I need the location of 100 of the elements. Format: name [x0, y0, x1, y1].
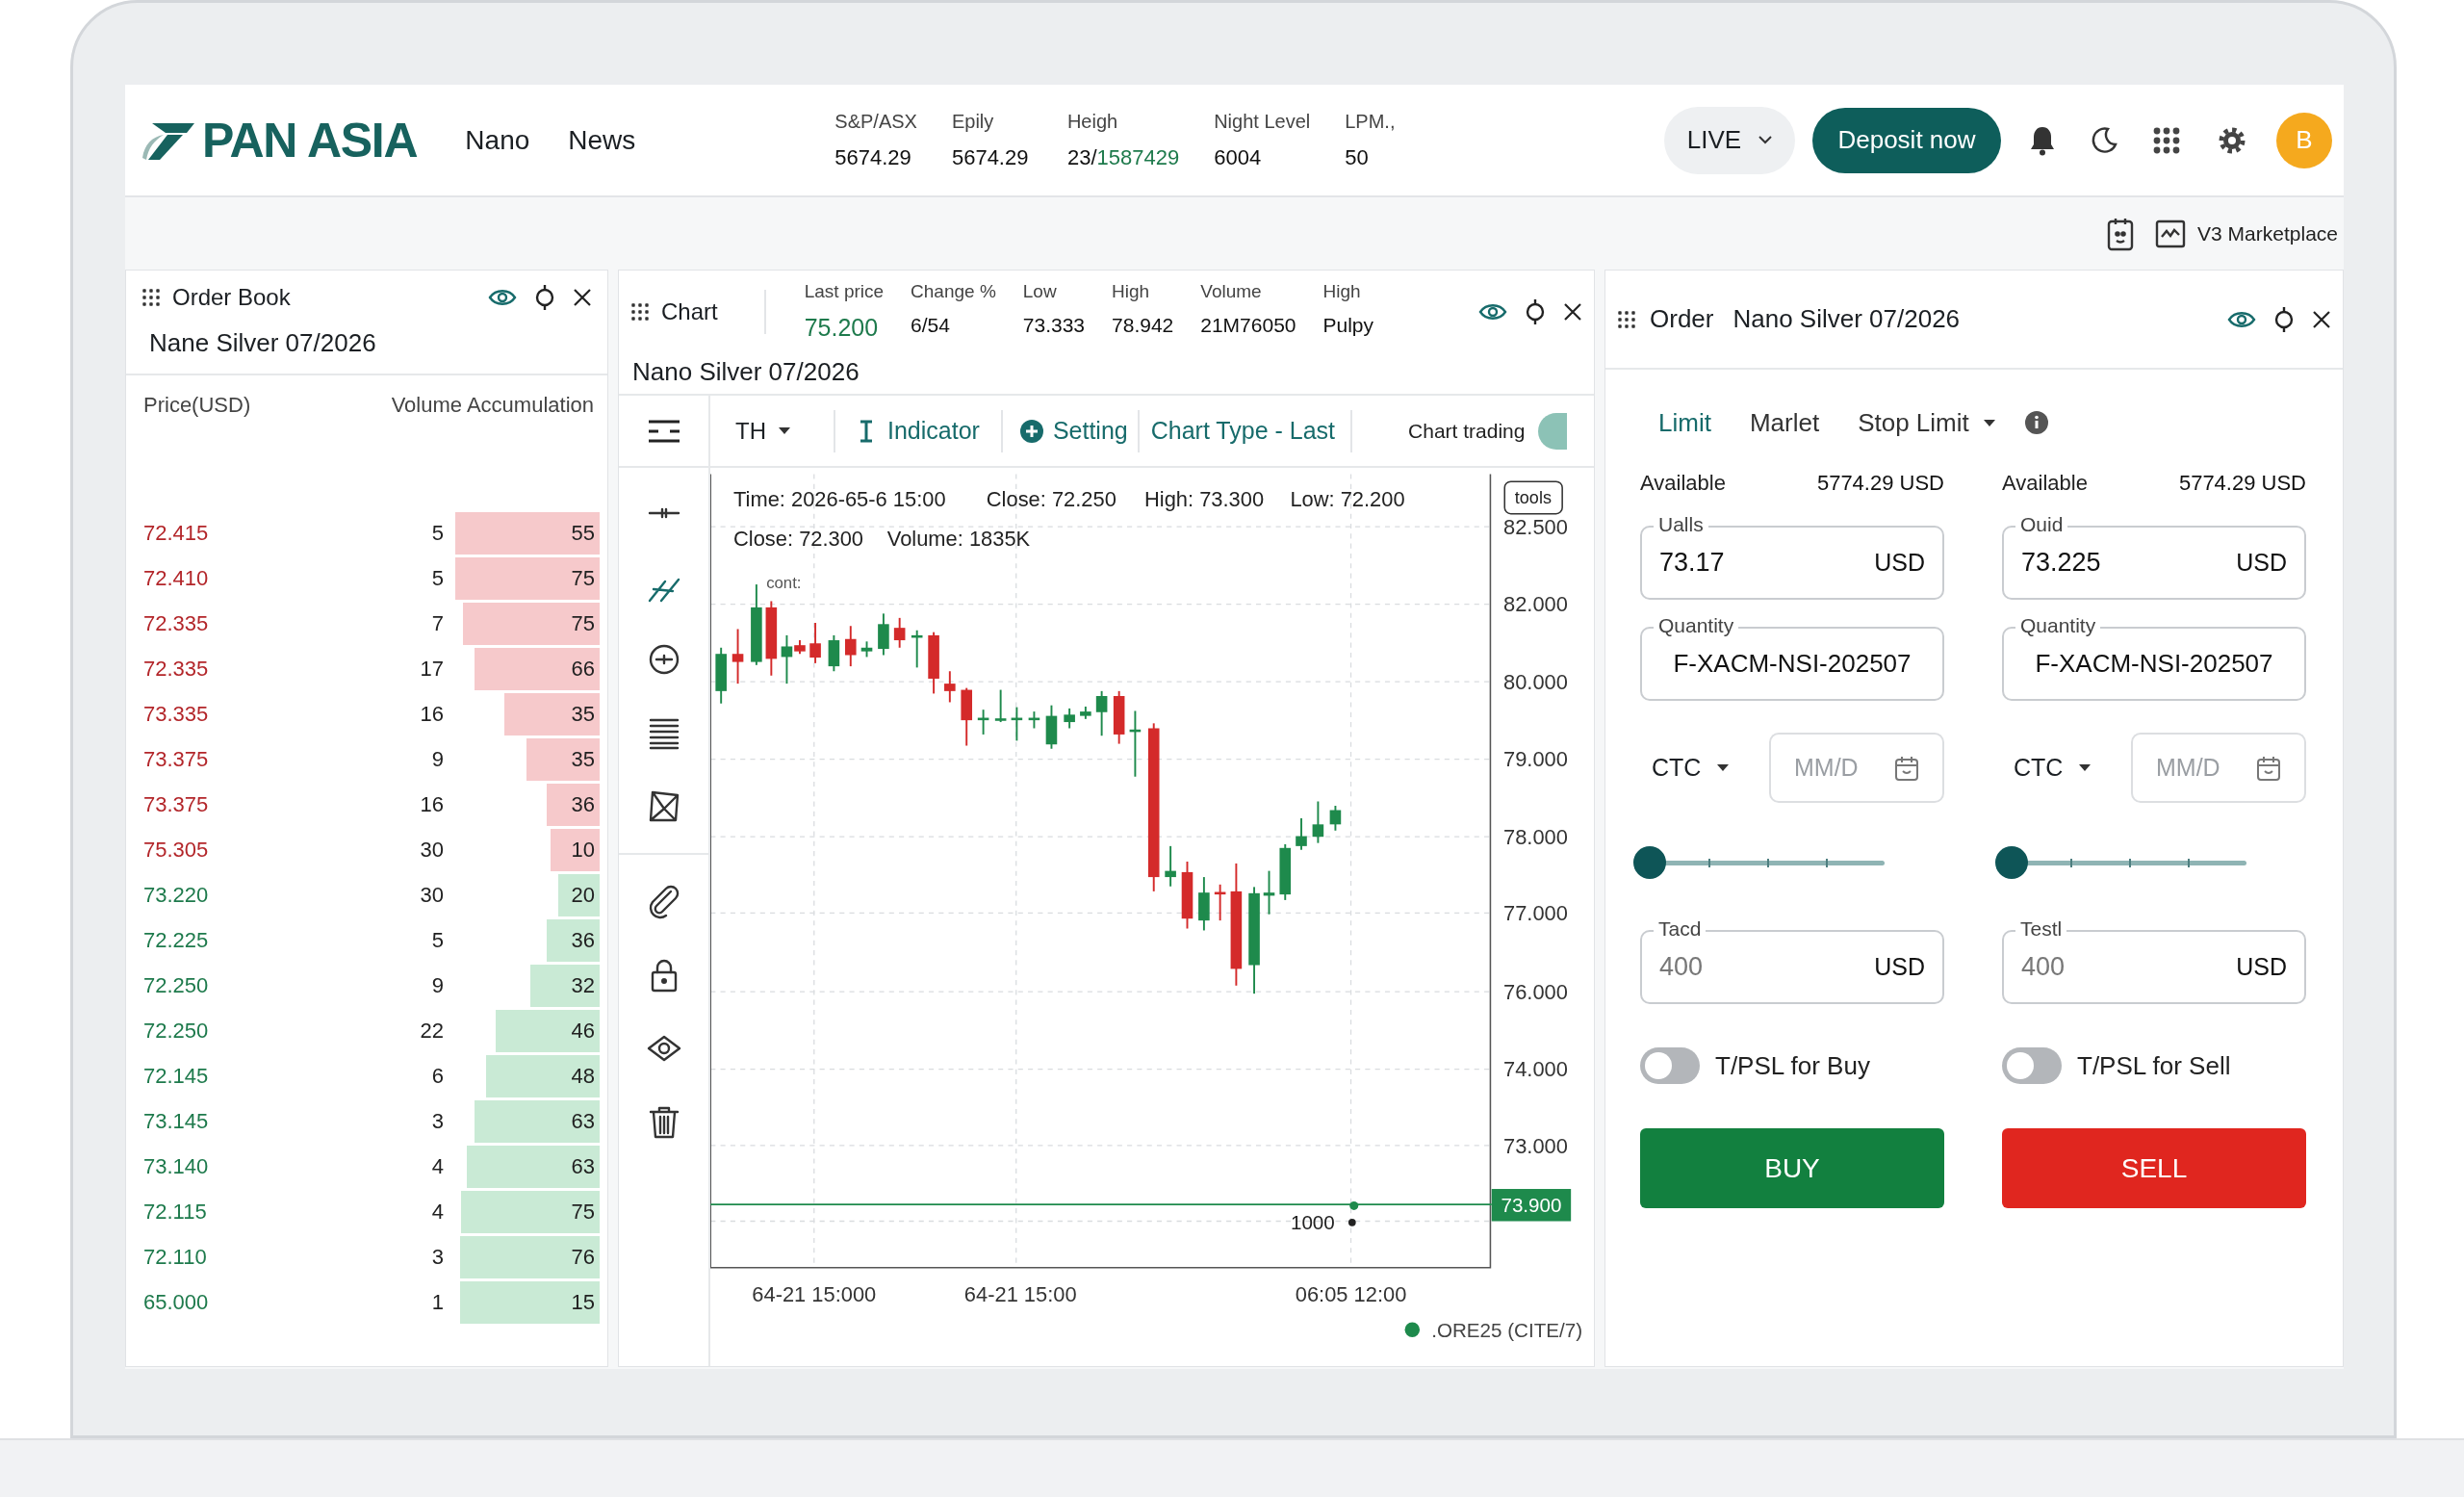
- order-type-tab[interactable]: Marlet: [1749, 403, 1820, 442]
- ohlc-text: Close: 72.250: [986, 486, 1116, 511]
- eye-icon[interactable]: [1478, 301, 1507, 323]
- candle: [928, 631, 939, 695]
- candle: [715, 646, 727, 705]
- candle: [961, 686, 972, 747]
- close-icon[interactable]: [2312, 309, 2331, 329]
- slider-thumb[interactable]: [1633, 845, 1666, 879]
- column-header: Volume Accumulation: [391, 392, 594, 419]
- annotation-text: cont:: [766, 573, 802, 592]
- accumulation-value: 35: [571, 746, 595, 772]
- menu-icon[interactable]: [646, 418, 681, 444]
- price-value: 72.115: [143, 1199, 208, 1226]
- accumulation-value: 46: [571, 1018, 595, 1044]
- caret-icon: [1982, 418, 1996, 427]
- drag-handle-icon[interactable]: [1617, 309, 1636, 329]
- accumulation-value: 66: [571, 656, 595, 682]
- candle: [1296, 816, 1307, 851]
- volume-value: 9: [430, 746, 444, 773]
- eye-icon[interactable]: [488, 287, 517, 308]
- candle: [1113, 689, 1125, 745]
- stat-value: 21M76050: [1200, 312, 1296, 338]
- legend-label: .ORE25 (CITE/7): [1431, 1318, 1583, 1341]
- info-icon[interactable]: [2024, 411, 2048, 434]
- available-value: 5774.29 USD: [1816, 469, 1944, 497]
- drag-handle-icon[interactable]: [630, 302, 650, 322]
- mode-dropdown[interactable]: LIVE: [1664, 106, 1795, 174]
- calendar-icon: [1894, 754, 1919, 782]
- order-type-dropdown[interactable]: CTC: [1640, 749, 1769, 787]
- toggle-switch[interactable]: [1640, 1047, 1700, 1084]
- buy-button[interactable]: BUY: [1640, 1128, 1944, 1208]
- order-type-tab[interactable]: Stop Limit: [1858, 403, 1996, 442]
- drag-handle-icon[interactable]: [141, 288, 161, 307]
- axis-label: 77.000: [1503, 901, 1568, 926]
- chart-window-icon[interactable]: [2155, 219, 2187, 248]
- marketplace-link[interactable]: V3 Marketplace: [2197, 218, 2338, 249]
- available-label: Available: [2002, 469, 2088, 497]
- logo-text: PAN ASIA: [202, 116, 418, 165]
- depth-bar: [551, 828, 600, 871]
- candle: [1329, 805, 1342, 832]
- candle: [1011, 706, 1023, 742]
- axis-label: 64-21 15:000: [752, 1282, 877, 1307]
- slider-thumb[interactable]: [1995, 845, 2028, 879]
- candle: [994, 688, 1007, 724]
- close-icon[interactable]: [573, 288, 592, 307]
- accumulation-value: 35: [571, 701, 595, 727]
- crosshair-icon[interactable]: [534, 284, 555, 311]
- chart-type-button[interactable]: Chart Type - Last: [1150, 412, 1336, 450]
- tools-button[interactable]: tools: [1503, 480, 1563, 515]
- interval-dropdown[interactable]: TH: [735, 413, 805, 449]
- candle: [1198, 876, 1210, 932]
- order-type-dropdown[interactable]: CTC: [2002, 749, 2131, 787]
- stat-value: 23/1587429: [1066, 144, 1180, 171]
- order-marker[interactable]: [1348, 1218, 1356, 1226]
- volume-value: 30: [419, 837, 444, 864]
- sell-button[interactable]: SELL: [2002, 1128, 2306, 1208]
- moon-icon[interactable]: [2090, 125, 2118, 155]
- stat-label: High: [1112, 280, 1151, 303]
- stat-value: 6/54: [911, 312, 951, 338]
- crosshair-icon[interactable]: [1525, 298, 1546, 325]
- accumulation-value: 75: [571, 610, 595, 636]
- price-value: 72.110: [143, 1244, 208, 1271]
- volume-value: 4: [430, 1199, 444, 1226]
- caret-icon: [2078, 763, 2092, 772]
- depth-bar: [557, 873, 600, 916]
- axis-label: 76.000: [1503, 979, 1568, 1004]
- deposit-button[interactable]: Deposit now: [1812, 107, 2001, 173]
- ohlc-text: Volume: 1835K: [886, 526, 1031, 551]
- stat-value: Pulpy: [1322, 312, 1374, 338]
- candle: [845, 625, 857, 668]
- axis-label: 82.500: [1503, 514, 1568, 539]
- bell-icon[interactable]: [2028, 124, 2057, 156]
- order-type-tab[interactable]: Limit: [1658, 403, 1711, 442]
- setting-button[interactable]: Setting: [1019, 412, 1128, 450]
- candle: [878, 612, 889, 657]
- volume-value: 30: [419, 882, 444, 909]
- price-value: 73.145: [143, 1108, 210, 1135]
- nav-link[interactable]: Nano: [465, 119, 530, 161]
- close-icon[interactable]: [1563, 302, 1582, 322]
- crosshair-icon[interactable]: [2273, 305, 2295, 333]
- toggle-switch[interactable]: [1538, 412, 1568, 450]
- caret-icon: [1716, 763, 1731, 772]
- line-handle[interactable]: [1349, 1200, 1359, 1210]
- clipboard-icon[interactable]: [2107, 216, 2135, 251]
- volume-value: 5: [430, 927, 444, 954]
- toggle-label: T/PSL for Buy: [1715, 1049, 1870, 1082]
- axis-label: 74.000: [1503, 1057, 1568, 1082]
- panel-title: Order Book: [172, 283, 292, 312]
- volume-value: 17: [419, 656, 444, 683]
- ohlc-text: Low: 72.200: [1290, 486, 1405, 511]
- stat-value: 73.333: [1022, 312, 1086, 338]
- volume-value: 22: [419, 1018, 444, 1045]
- order-quantity-label: 1000: [1290, 1210, 1335, 1233]
- indicator-button[interactable]: Indicator: [859, 412, 980, 450]
- toggle-label: T/PSL for Sell: [2077, 1049, 2231, 1082]
- volume-value: 5: [430, 520, 444, 547]
- price-value: 72.415: [143, 520, 210, 547]
- nav-link[interactable]: News: [568, 119, 636, 161]
- toggle-switch[interactable]: [2002, 1047, 2062, 1084]
- apps-grid-icon[interactable]: [2153, 126, 2180, 154]
